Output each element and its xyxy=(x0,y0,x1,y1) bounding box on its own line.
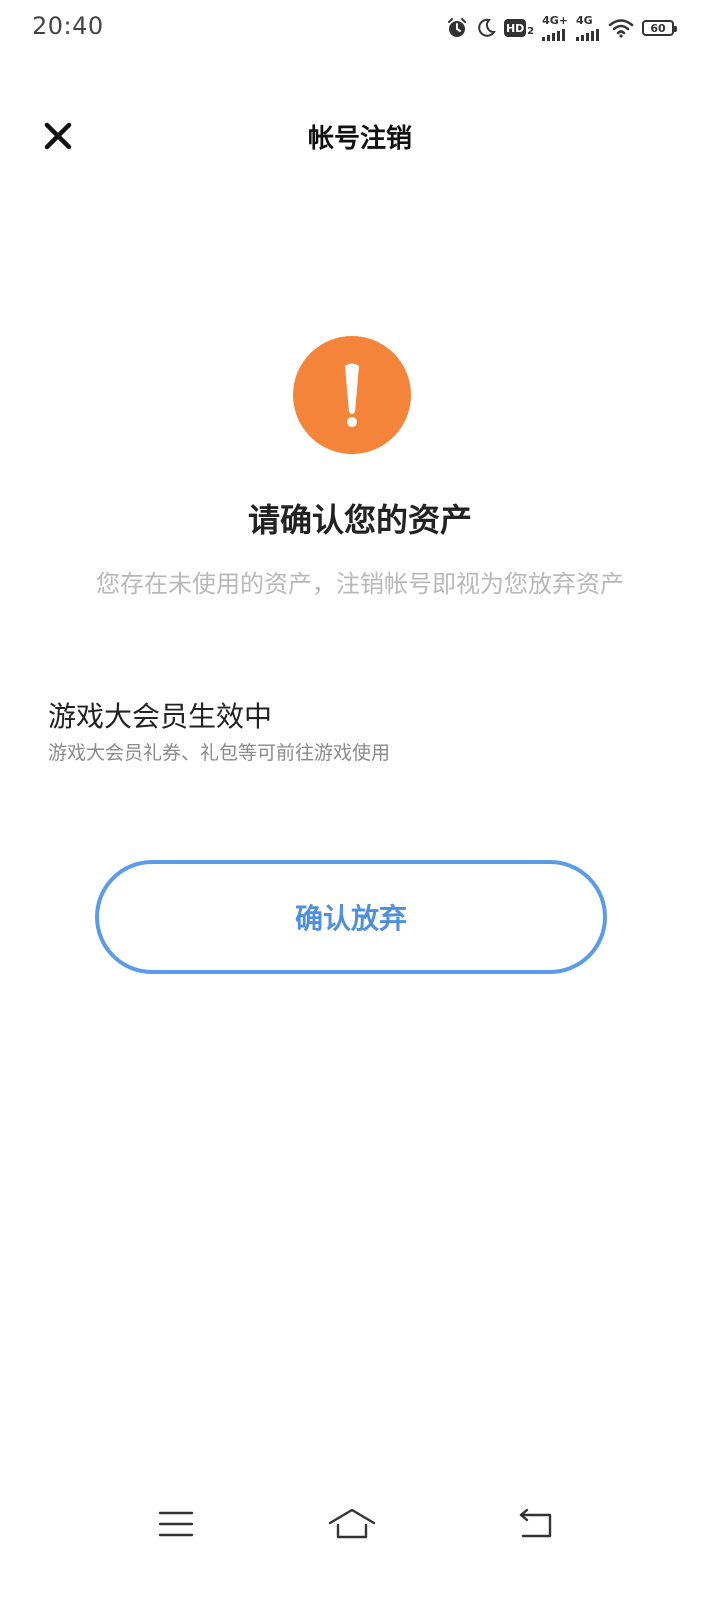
alarm-icon xyxy=(446,17,468,39)
status-time: 20:40 xyxy=(32,12,104,40)
menu-button[interactable] xyxy=(146,1500,206,1552)
warning-badge xyxy=(293,336,411,454)
signal-icon: 4G xyxy=(576,15,600,41)
asset-description: 游戏大会员礼券、礼包等可前往游戏使用 xyxy=(48,742,391,764)
asset-item: 游戏大会员生效中 游戏大会员礼券、礼包等可前往游戏使用 xyxy=(48,698,672,766)
status-icons: HD 2 4G+ 4G 60 xyxy=(446,14,677,42)
warning-title: 请确认您的资产 xyxy=(247,501,472,539)
signal-label: 4G xyxy=(576,14,593,27)
battery-icon: 60 xyxy=(642,20,677,36)
moon-icon xyxy=(476,18,496,38)
home-button[interactable] xyxy=(322,1500,382,1552)
hd-icon: HD 2 xyxy=(504,19,534,37)
signal-icon: 4G+ xyxy=(542,15,568,41)
signal-label: 4G+ xyxy=(542,14,568,27)
hd-label: HD xyxy=(504,19,527,37)
battery-level: 60 xyxy=(650,21,666,35)
wifi-icon xyxy=(608,18,634,38)
exclamation-icon xyxy=(293,363,411,458)
back-icon xyxy=(517,1508,555,1544)
status-bar: 20:40 HD 2 4G+ 4G 60 xyxy=(0,0,720,56)
hd-sub: 2 xyxy=(527,26,535,37)
system-nav-bar xyxy=(0,1490,720,1562)
warning-description: 您存在未使用的资产，注销帐号即视为您放弃资产 xyxy=(96,570,624,598)
back-button[interactable] xyxy=(506,1500,566,1552)
confirm-abandon-button[interactable]: 确认放弃 xyxy=(95,860,607,974)
page-title: 帐号注销 xyxy=(307,124,412,154)
home-icon xyxy=(328,1507,376,1545)
confirm-abandon-label: 确认放弃 xyxy=(294,902,407,935)
menu-icon xyxy=(158,1509,194,1543)
header: 帐号注销 xyxy=(0,100,720,172)
asset-title: 游戏大会员生效中 xyxy=(48,700,273,733)
